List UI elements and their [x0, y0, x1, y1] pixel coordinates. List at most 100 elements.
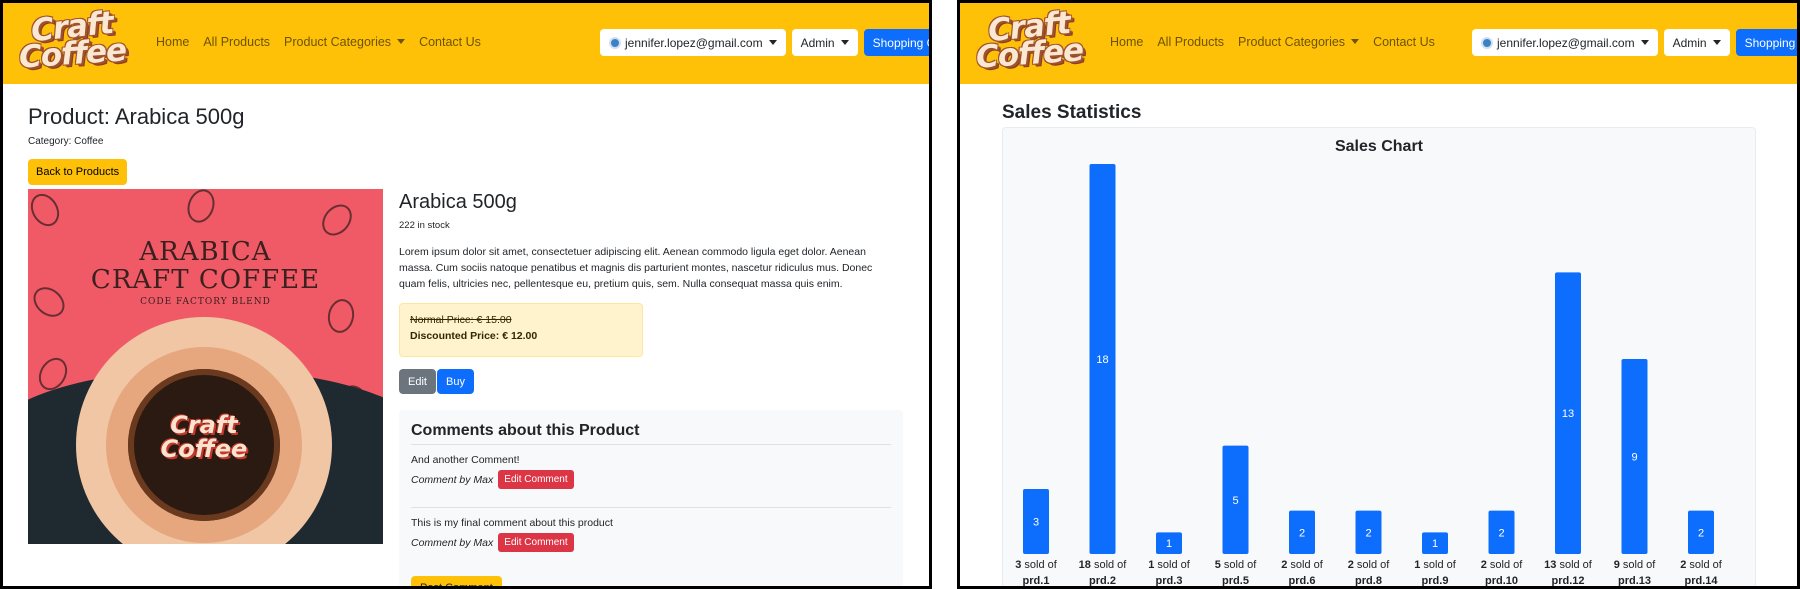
user-email: jennifer.lopez@gmail.com	[1497, 35, 1635, 50]
comment-text: This is my final comment about this prod…	[411, 517, 613, 529]
admin-dropdown[interactable]: Admin	[791, 29, 858, 56]
sales-chart-card: Sales Chart 33 sold of prd.1 18 18 sold of p…	[1002, 127, 1756, 587]
chart-value-label: 9	[1631, 452, 1637, 464]
nav-contact-link[interactable]: Contact Us	[419, 35, 481, 49]
nav-home-link[interactable]: Home	[1110, 35, 1143, 49]
nav-links: Home All Products Product Categories Con…	[1110, 35, 1435, 49]
chart-tick-label: 1 sold of	[1414, 559, 1457, 571]
nav-all-products-link[interactable]: All Products	[1157, 35, 1224, 49]
edit-comment-button[interactable]: Edit Comment	[498, 470, 574, 489]
admin-dropdown[interactable]: Admin	[1663, 29, 1730, 56]
product-name: Arabica 500g	[399, 191, 517, 213]
chart-category-label: prd.2	[1089, 575, 1116, 587]
user-avatar-icon	[1481, 36, 1493, 49]
user-menu-dropdown[interactable]: jennifer.lopez@gmail.com	[600, 29, 786, 56]
nav-right-group: jennifer.lopez@gmail.com Admin Shopping …	[1472, 29, 1797, 56]
product-page-window: Craft Coffee Home All Products Product C…	[0, 0, 932, 589]
cup-logo-line1: Craft	[170, 411, 238, 439]
comment-author-row: Comment by Max Edit Comment	[411, 470, 891, 489]
chart-value-label: 5	[1232, 495, 1238, 507]
shopping-cart-button[interactable]: Shopping Cart	[863, 29, 929, 56]
chart-category-label: prd.1	[1023, 575, 1050, 587]
chart-value-label: 18	[1096, 354, 1108, 366]
bean-icon	[182, 189, 220, 227]
brand-logo[interactable]: Craft Coffee	[974, 5, 1086, 76]
user-email: jennifer.lopez@gmail.com	[625, 35, 763, 50]
nav-product-categories-dropdown[interactable]: Product Categories	[1238, 35, 1359, 49]
navbar: Craft Coffee Home All Products Product C…	[3, 3, 929, 84]
stats-page-title: Sales Statistics	[1002, 102, 1142, 123]
chart-tick-label: 2 sold of	[1481, 559, 1524, 571]
sales-statistics-window: Craft Coffee Home All Products Product C…	[957, 0, 1800, 589]
cup-logo: Craft Coffee	[128, 413, 280, 461]
chart-tick-label: 2 sold of	[1281, 559, 1324, 571]
chart-category-label: prd.5	[1222, 575, 1249, 587]
chart-tick-label: 13 sold of	[1544, 559, 1593, 571]
buy-button[interactable]: Buy	[437, 369, 474, 394]
comment-author: Comment by Max	[411, 536, 494, 549]
brand-logo[interactable]: Craft Coffee	[17, 5, 129, 76]
nav-right-group: jennifer.lopez@gmail.com Admin Shopping …	[600, 29, 929, 56]
chart-category-label: prd.13	[1618, 575, 1651, 587]
chart-category-label: prd.6	[1289, 575, 1316, 587]
chart-category-label: prd.10	[1485, 575, 1518, 587]
cup-logo-line2: Coffee	[160, 435, 248, 463]
chart-category-label: prd.14	[1684, 575, 1718, 587]
chart-tick-label: 2 sold of	[1680, 559, 1723, 571]
chart-value-label: 13	[1562, 408, 1574, 420]
image-subtitle: CODE FACTORY BLEND	[140, 297, 271, 307]
normal-price: Normal Price: € 15.00	[410, 314, 512, 326]
chart-category-label: prd.3	[1156, 575, 1183, 587]
chart-tick-label: 2 sold of	[1348, 559, 1391, 571]
comment-author: Comment by Max	[411, 473, 494, 486]
chart-tick-label: 5 sold of	[1215, 559, 1258, 571]
chart-category-label: prd.12	[1551, 575, 1584, 587]
nav-contact-link[interactable]: Contact Us	[1373, 35, 1435, 49]
chart-value-label: 2	[1365, 527, 1371, 539]
admin-label: Admin	[1672, 35, 1707, 50]
comment-text: And another Comment!	[411, 454, 520, 466]
nav-all-products-link[interactable]: All Products	[203, 35, 270, 49]
sales-chart: 3 3 sold of prd.1 18 18 sold of prd.2 1 1 sold …	[1015, 164, 1723, 587]
chart-tick-label: 18 sold of	[1079, 559, 1128, 571]
bean-icon	[28, 189, 65, 232]
brand-logo-line2: Coffee	[974, 32, 1085, 76]
chart-tick-label: 1 sold of	[1148, 559, 1191, 571]
nav-home-link[interactable]: Home	[156, 35, 189, 49]
chart-value-label: 2	[1299, 527, 1305, 539]
brand-logo-line2: Coffee	[17, 32, 128, 76]
navbar: Craft Coffee Home All Products Product C…	[960, 3, 1797, 84]
product-image: ARABICA CRAFT COFFEE CODE FACTORY BLEND …	[28, 189, 383, 544]
post-comment-button[interactable]: Post Comment	[411, 576, 502, 586]
stock-count: 222 in stock	[399, 220, 450, 231]
chart-tick-label: 3 sold of	[1015, 559, 1058, 571]
chart-value-label: 3	[1033, 517, 1039, 529]
back-to-products-button[interactable]: Back to Products	[28, 159, 128, 185]
edit-product-button[interactable]: Edit	[399, 369, 436, 394]
page-title: Product: Arabica 500g	[28, 104, 245, 129]
user-avatar-icon	[609, 36, 621, 49]
image-title-line2: CRAFT COFFEE	[90, 265, 321, 295]
comment-item: And another Comment! Comment by Max Edit…	[411, 445, 891, 508]
nav-links: Home All Products Product Categories Con…	[156, 35, 481, 49]
comment-item: This is my final comment about this prod…	[411, 508, 891, 552]
chart-category-label: prd.8	[1355, 575, 1382, 587]
chart-value-label: 1	[1166, 538, 1172, 550]
nav-product-categories-dropdown[interactable]: Product Categories	[284, 35, 405, 49]
edit-comment-button[interactable]: Edit Comment	[498, 533, 574, 552]
product-description: Lorem ipsum dolor sit amet, consectetuer…	[399, 246, 873, 290]
chart-value-label: 2	[1498, 527, 1504, 539]
comments-title: Comments about this Product	[411, 422, 891, 445]
price-box: Normal Price: € 15.00 Discounted Price: …	[399, 303, 643, 357]
admin-label: Admin	[800, 35, 835, 50]
chart-category-label: prd.9	[1422, 575, 1449, 587]
user-menu-dropdown[interactable]: jennifer.lopez@gmail.com	[1472, 29, 1658, 56]
chart-value-label: 1	[1432, 538, 1438, 550]
comment-author-row: Comment by Max Edit Comment	[411, 533, 891, 552]
image-title-line1: ARABICA	[139, 237, 272, 267]
product-category: Category: Coffee	[28, 136, 104, 147]
comments-section: Comments about this Product And another …	[399, 410, 903, 586]
chart-tick-label: 9 sold of	[1614, 559, 1657, 571]
shopping-cart-button[interactable]: Shopping Cart	[1735, 29, 1797, 56]
bean-icon	[316, 198, 358, 242]
